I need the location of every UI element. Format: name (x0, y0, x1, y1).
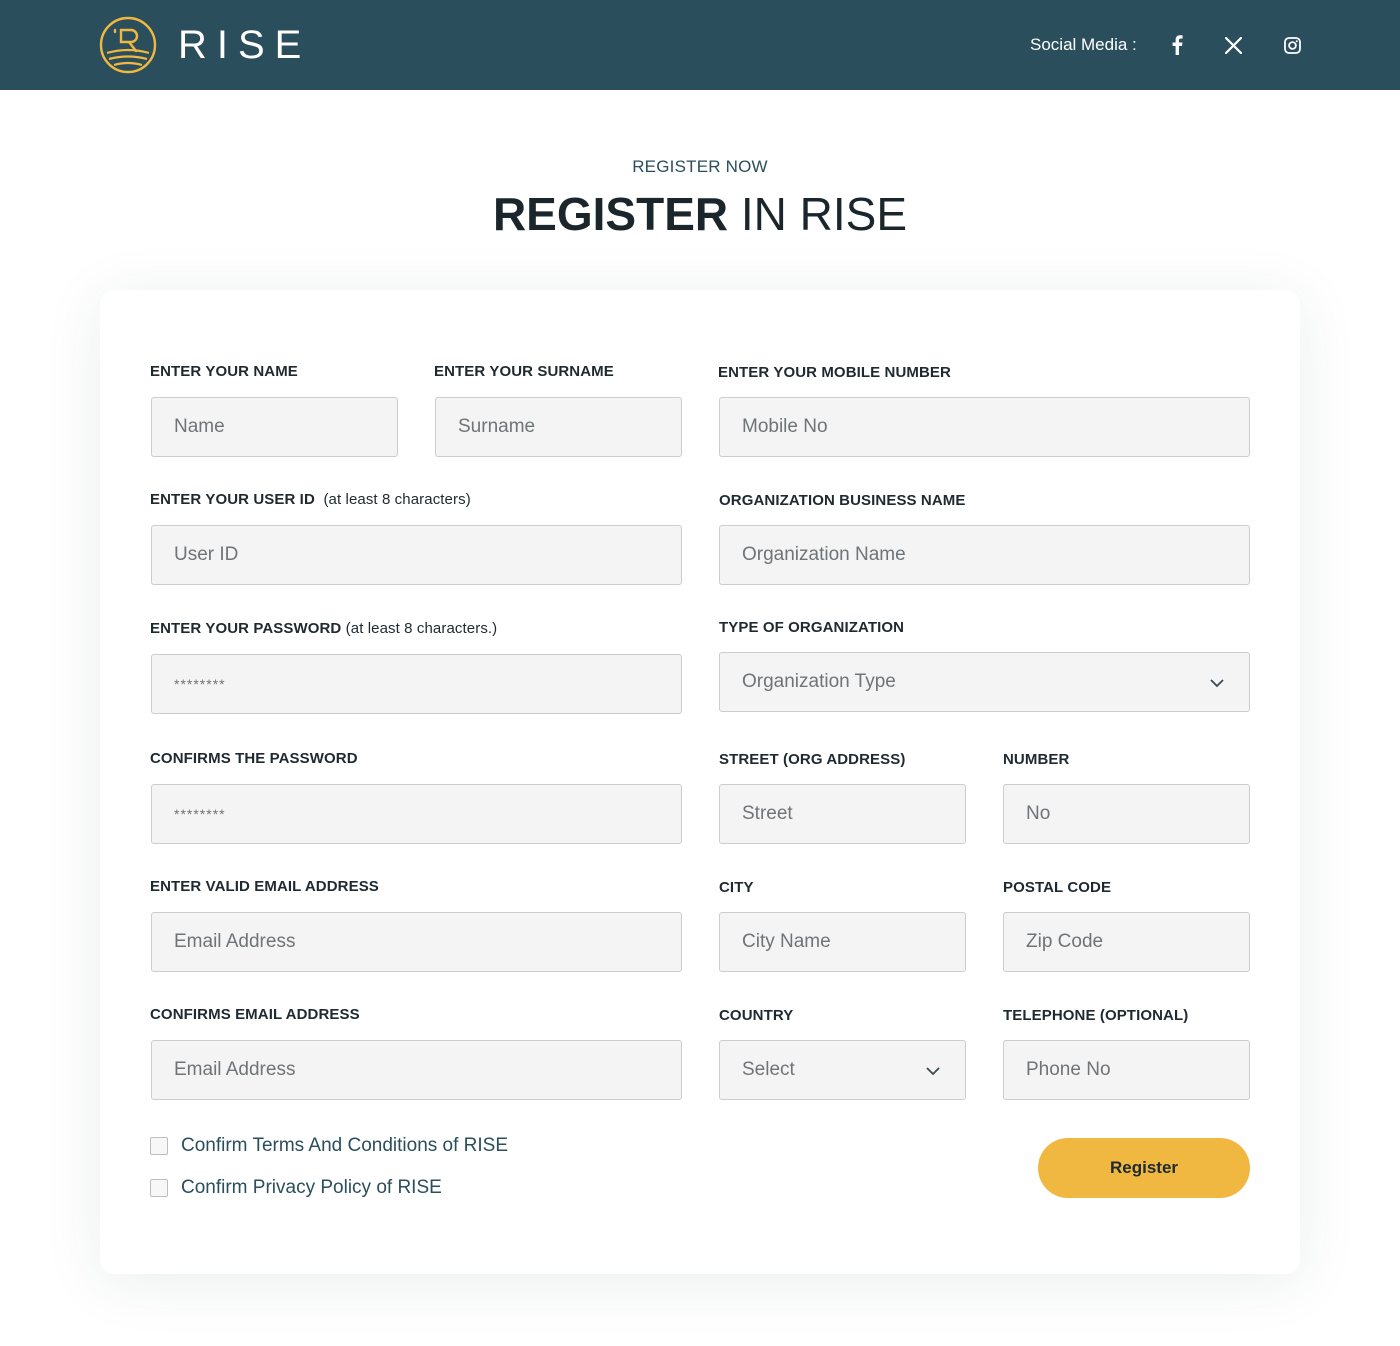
street-input[interactable] (719, 784, 966, 844)
surname-label: ENTER YOUR SURNAME (434, 363, 614, 380)
number-input[interactable] (1003, 784, 1250, 844)
user-id-note: (at least 8 characters) (323, 491, 471, 508)
confirm-email-label: CONFIRMS EMAIL ADDRESS (150, 1006, 360, 1023)
confirm-email-input[interactable] (151, 1040, 682, 1100)
city-label: CITY (719, 879, 754, 896)
org-type-select[interactable]: Organization Type (719, 652, 1250, 712)
org-type-selected: Organization Type (742, 671, 896, 692)
email-input[interactable] (151, 912, 682, 972)
org-name-input[interactable] (719, 525, 1250, 585)
confirm-password-label: CONFIRMS THE PASSWORD (150, 750, 358, 767)
svg-text:RISE: RISE (178, 27, 311, 63)
user-id-label: ENTER YOUR USER ID (at least 8 character… (150, 490, 471, 510)
rise-logo-icon[interactable] (99, 16, 157, 74)
telephone-input[interactable] (1003, 1040, 1250, 1100)
user-id-input[interactable] (151, 525, 682, 585)
street-label: STREET (ORG ADDRESS) (719, 751, 906, 768)
site-header: RISE Social Media : (0, 0, 1400, 90)
org-name-label: ORGANIZATION BUSINESS NAME (719, 492, 966, 509)
privacy-checkbox[interactable] (150, 1179, 168, 1197)
page-title: REGISTER IN RISE (0, 186, 1400, 242)
country-selected: Select (742, 1059, 795, 1080)
city-input[interactable] (719, 912, 966, 972)
privacy-checkbox-row[interactable]: Confirm Privacy Policy of RISE (150, 1176, 442, 1200)
terms-label[interactable]: Confirm Terms And Conditions of RISE (181, 1134, 508, 1158)
password-input[interactable] (151, 654, 682, 714)
terms-checkbox-row[interactable]: Confirm Terms And Conditions of RISE (150, 1134, 508, 1158)
surname-input[interactable] (435, 397, 682, 457)
confirm-password-input[interactable] (151, 784, 682, 844)
mobile-input[interactable] (719, 397, 1250, 457)
register-button[interactable]: Register (1038, 1138, 1250, 1198)
password-label-text: ENTER YOUR PASSWORD (150, 620, 342, 637)
postal-code-input[interactable] (1003, 912, 1250, 972)
country-label: COUNTRY (719, 1007, 794, 1024)
user-id-label-text: ENTER YOUR USER ID (150, 491, 315, 508)
org-type-label: TYPE OF ORGANIZATION (719, 619, 905, 636)
postal-code-label: POSTAL CODE (1003, 879, 1112, 896)
instagram-icon[interactable] (1281, 34, 1303, 56)
register-eyebrow: REGISTER NOW (632, 157, 768, 176)
name-input[interactable] (151, 397, 398, 457)
password-label: ENTER YOUR PASSWORD (at least 8 characte… (150, 619, 497, 639)
number-label: NUMBER (1003, 751, 1070, 768)
rise-logo-wordmark[interactable]: RISE (178, 27, 324, 63)
facebook-icon[interactable] (1166, 34, 1188, 56)
privacy-label[interactable]: Confirm Privacy Policy of RISE (181, 1176, 442, 1200)
password-note: (at least 8 characters.) (345, 620, 498, 637)
mobile-label: ENTER YOUR MOBILE NUMBER (718, 364, 951, 381)
social-media-label: Social Media : (1030, 35, 1137, 54)
terms-checkbox[interactable] (150, 1137, 168, 1155)
chevron-down-icon (926, 1067, 940, 1076)
country-select[interactable]: Select (719, 1040, 966, 1100)
page-title-rest: IN RISE (728, 188, 908, 240)
page-title-bold: REGISTER (492, 188, 729, 240)
chevron-down-icon (1210, 679, 1224, 688)
name-label: ENTER YOUR NAME (150, 363, 298, 380)
email-label: ENTER VALID EMAIL ADDRESS (150, 878, 379, 895)
telephone-label: TELEPHONE (OPTIONAL) (1003, 1007, 1189, 1024)
x-icon[interactable] (1222, 34, 1244, 56)
